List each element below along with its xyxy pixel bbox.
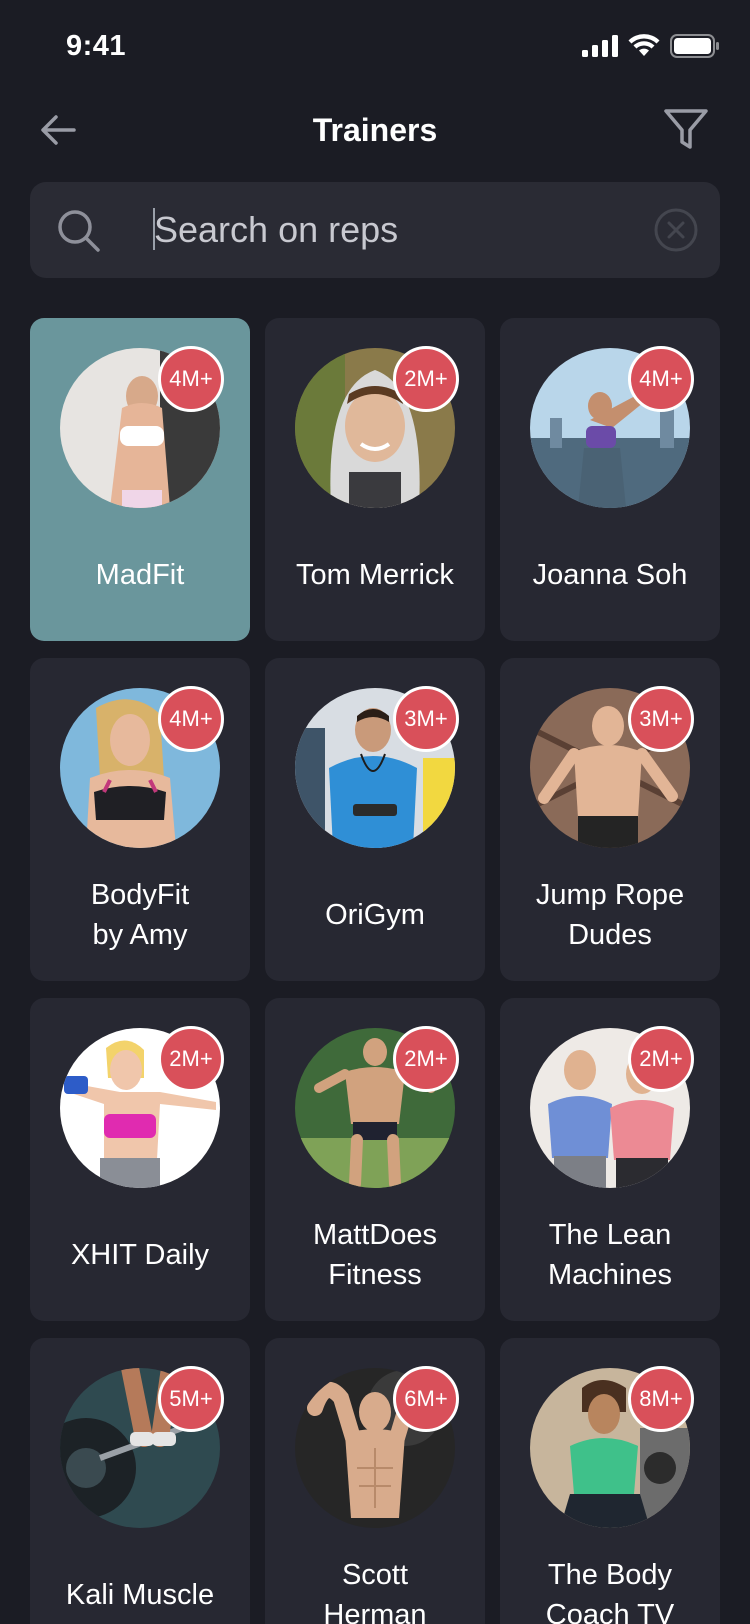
- follower-badge: 2M+: [393, 1026, 459, 1092]
- trainer-card-the-body-coach-tv[interactable]: 8M+ The Body Coach TV: [500, 1338, 720, 1624]
- status-bar: 9:41: [0, 0, 750, 96]
- wifi-icon: [628, 34, 660, 56]
- trainer-card-origym[interactable]: 3M+ OriGym: [265, 658, 485, 981]
- trainer-card-bodyfit-by-amy[interactable]: 4M+ BodyFit by Amy: [30, 658, 250, 981]
- search-bar: [30, 182, 720, 278]
- follower-badge: 2M+: [393, 346, 459, 412]
- follower-badge: 6M+: [393, 1366, 459, 1432]
- clear-circle-icon[interactable]: [652, 206, 700, 254]
- search-input[interactable]: [154, 204, 674, 256]
- trainer-name: XHIT Daily: [70, 1238, 210, 1271]
- trainer-name: Scott Herman: [323, 1558, 427, 1624]
- trainer-card-jump-rope-dudes[interactable]: 3M+ Jump Rope Dudes: [500, 658, 720, 981]
- trainer-name: The Lean Machines: [547, 1218, 673, 1291]
- navigation-bar: Trainers: [0, 96, 750, 196]
- follower-badge: 2M+: [158, 1026, 224, 1092]
- trainer-name: The Body Coach TV: [545, 1558, 675, 1624]
- trainer-card-joanna-soh[interactable]: 4M+ Joanna Soh: [500, 318, 720, 641]
- trainer-name: Tom Merrick: [296, 558, 454, 591]
- follower-badge: 4M+: [158, 686, 224, 752]
- follower-badge: 5M+: [158, 1366, 224, 1432]
- trainer-card-madfit[interactable]: 4M+ MadFit: [30, 318, 250, 641]
- trainer-name: Joanna Soh: [532, 558, 688, 591]
- search-icon: [58, 210, 100, 252]
- trainer-card-the-lean-machines[interactable]: 2M+ The Lean Machines: [500, 998, 720, 1321]
- trainer-card-tom-merrick[interactable]: 2M+ Tom Merrick: [265, 318, 485, 641]
- follower-badge: 4M+: [628, 346, 694, 412]
- follower-badge: 8M+: [628, 1366, 694, 1432]
- trainer-name: OriGym: [325, 898, 425, 931]
- status-time: 9:41: [66, 30, 127, 62]
- follower-badge: 3M+: [393, 686, 459, 752]
- cellular-signal-icon: [582, 35, 618, 57]
- trainer-name: Jump Rope Dudes: [535, 878, 685, 951]
- trainer-card-mattdoes-fitness[interactable]: 2M+ MattDoes Fitness: [265, 998, 485, 1321]
- funnel-icon: [664, 109, 708, 149]
- filter-button[interactable]: [662, 106, 710, 154]
- battery-icon: [670, 34, 719, 58]
- follower-badge: 3M+: [628, 686, 694, 752]
- trainer-grid: 4M+ MadFit 2M+ Tom Merrick 4M+ Joanna So…: [30, 318, 720, 1624]
- trainer-card-scott-herman[interactable]: 6M+ Scott Herman: [265, 1338, 485, 1624]
- trainer-name: MadFit: [95, 558, 185, 591]
- trainer-card-kali-muscle[interactable]: 5M+ Kali Muscle: [30, 1338, 250, 1624]
- page-title: Trainers: [312, 112, 438, 148]
- trainer-name: MattDoes Fitness: [312, 1218, 438, 1291]
- status-icons: [582, 34, 720, 58]
- follower-badge: 2M+: [628, 1026, 694, 1092]
- trainer-name: BodyFit by Amy: [90, 878, 190, 951]
- trainer-card-xhit-daily[interactable]: 2M+ XHIT Daily: [30, 998, 250, 1321]
- trainer-name: Kali Muscle: [65, 1578, 215, 1611]
- follower-badge: 4M+: [158, 346, 224, 412]
